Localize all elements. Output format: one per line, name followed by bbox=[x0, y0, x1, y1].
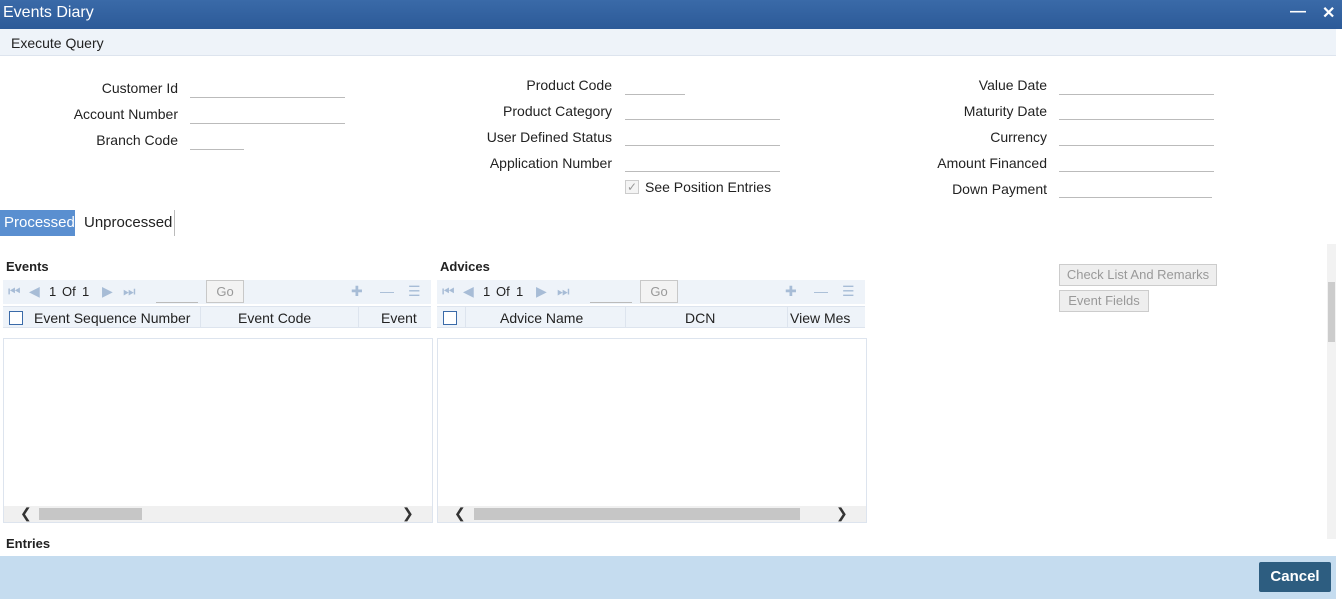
events-of-label: Of bbox=[62, 284, 76, 299]
last-page-icon[interactable]: ⏭ bbox=[557, 283, 570, 300]
scroll-thumb[interactable] bbox=[39, 508, 142, 520]
product-category-field[interactable] bbox=[625, 119, 780, 120]
account-number-field[interactable] bbox=[190, 123, 345, 124]
event-fields-button[interactable]: Event Fields bbox=[1059, 290, 1149, 312]
minimize-icon[interactable]: — bbox=[1290, 3, 1306, 21]
scroll-left-icon[interactable]: ❮ bbox=[454, 505, 466, 522]
advices-horizontal-scrollbar[interactable]: ❮ ❯ bbox=[438, 505, 866, 522]
advices-of-label: Of bbox=[496, 284, 510, 299]
advices-page-input[interactable] bbox=[590, 283, 632, 303]
maturity-date-label: Maturity Date bbox=[963, 103, 1047, 119]
advices-grid-header: Advice Name DCN View Mes bbox=[437, 306, 865, 328]
events-go-button[interactable]: Go bbox=[206, 280, 244, 303]
down-payment-field[interactable] bbox=[1059, 197, 1212, 198]
scroll-right-icon[interactable]: ❯ bbox=[836, 505, 848, 522]
delete-row-icon[interactable]: — bbox=[380, 283, 394, 299]
value-date-field[interactable] bbox=[1059, 94, 1214, 95]
last-page-icon[interactable]: ⏭ bbox=[123, 283, 136, 300]
user-defined-status-label: User Defined Status bbox=[486, 129, 612, 145]
down-payment-label: Down Payment bbox=[952, 181, 1047, 197]
cancel-button[interactable]: Cancel bbox=[1259, 562, 1331, 592]
add-row-icon[interactable]: ✚ bbox=[785, 283, 797, 300]
advices-total-pages: 1 bbox=[516, 284, 524, 299]
events-total-pages: 1 bbox=[82, 284, 90, 299]
customer-id-label: Customer Id bbox=[101, 80, 178, 96]
column-dcn[interactable]: DCN bbox=[685, 310, 715, 326]
see-position-entries-checkbox[interactable]: ✓ bbox=[625, 180, 639, 194]
toolbar: Execute Query bbox=[0, 29, 1336, 56]
column-event-code[interactable]: Event Code bbox=[238, 310, 311, 326]
product-code-label: Product Code bbox=[526, 77, 612, 93]
user-defined-status-field[interactable] bbox=[625, 145, 780, 146]
column-divider bbox=[358, 307, 359, 327]
scroll-right-icon[interactable]: ❯ bbox=[402, 505, 414, 522]
amount-financed-field[interactable] bbox=[1059, 171, 1214, 172]
events-current-page: 1 bbox=[49, 284, 57, 299]
first-page-icon[interactable]: ⏮ bbox=[442, 283, 455, 300]
column-event[interactable]: Event bbox=[381, 310, 417, 326]
execute-query-button[interactable]: Execute Query bbox=[11, 35, 104, 51]
scroll-thumb[interactable] bbox=[1328, 282, 1335, 342]
currency-label: Currency bbox=[990, 129, 1047, 145]
footer-bar bbox=[0, 556, 1336, 599]
branch-code-label: Branch Code bbox=[96, 132, 178, 148]
scroll-thumb[interactable] bbox=[474, 508, 800, 520]
add-row-icon[interactable]: ✚ bbox=[351, 283, 363, 300]
events-grid-body bbox=[3, 338, 433, 523]
product-code-field[interactable] bbox=[625, 94, 685, 95]
application-number-field[interactable] bbox=[625, 171, 780, 172]
amount-financed-label: Amount Financed bbox=[937, 155, 1047, 171]
advices-title: Advices bbox=[440, 259, 490, 274]
advices-go-button[interactable]: Go bbox=[640, 280, 678, 303]
currency-field[interactable] bbox=[1059, 145, 1214, 146]
events-page-input[interactable] bbox=[156, 283, 198, 303]
close-icon[interactable]: ✕ bbox=[1322, 3, 1335, 23]
advices-grid-body bbox=[437, 338, 867, 523]
single-view-icon[interactable]: ☰ bbox=[842, 283, 855, 300]
column-view-message[interactable]: View Mes bbox=[790, 310, 850, 326]
previous-page-icon[interactable]: ◀ bbox=[463, 283, 474, 300]
column-event-sequence-number[interactable]: Event Sequence Number bbox=[34, 310, 190, 326]
advices-current-page: 1 bbox=[483, 284, 491, 299]
check-list-and-remarks-button[interactable]: Check List And Remarks bbox=[1059, 264, 1217, 286]
account-number-label: Account Number bbox=[73, 106, 178, 122]
column-divider bbox=[200, 307, 201, 327]
delete-row-icon[interactable]: — bbox=[814, 283, 828, 299]
column-divider bbox=[787, 307, 788, 327]
see-position-entries-label: See Position Entries bbox=[645, 179, 772, 195]
previous-page-icon[interactable]: ◀ bbox=[29, 283, 40, 300]
title-bar: Events Diary — ✕ bbox=[0, 0, 1342, 29]
maturity-date-field[interactable] bbox=[1059, 119, 1214, 120]
customer-id-field[interactable] bbox=[190, 97, 345, 98]
branch-code-field[interactable] bbox=[190, 149, 244, 150]
events-pager: ⏮ ◀ 1 Of 1 ▶ ⏭ Go ✚ — ☰ bbox=[3, 280, 431, 304]
column-divider bbox=[465, 307, 466, 327]
advices-select-all-checkbox[interactable] bbox=[443, 311, 457, 325]
events-select-all-checkbox[interactable] bbox=[9, 311, 23, 325]
application-number-label: Application Number bbox=[489, 155, 612, 171]
value-date-label: Value Date bbox=[978, 77, 1047, 93]
first-page-icon[interactable]: ⏮ bbox=[8, 283, 21, 300]
window-title: Events Diary bbox=[3, 4, 94, 21]
single-view-icon[interactable]: ☰ bbox=[408, 283, 421, 300]
events-horizontal-scrollbar[interactable]: ❮ ❯ bbox=[4, 505, 432, 522]
next-page-icon[interactable]: ▶ bbox=[536, 283, 547, 300]
tab-processed[interactable]: Processed bbox=[0, 210, 75, 236]
column-divider bbox=[625, 307, 626, 327]
events-grid-header: Event Sequence Number Event Code Event bbox=[3, 306, 431, 328]
column-advice-name[interactable]: Advice Name bbox=[500, 310, 583, 326]
vertical-scrollbar[interactable] bbox=[1327, 244, 1336, 539]
advices-pager: ⏮ ◀ 1 Of 1 ▶ ⏭ Go ✚ — ☰ bbox=[437, 280, 865, 304]
product-category-label: Product Category bbox=[503, 103, 612, 119]
tab-unprocessed[interactable]: Unprocessed bbox=[80, 210, 175, 236]
entries-title: Entries bbox=[6, 536, 51, 551]
next-page-icon[interactable]: ▶ bbox=[102, 283, 113, 300]
scroll-left-icon[interactable]: ❮ bbox=[20, 505, 32, 522]
events-title: Events bbox=[6, 259, 49, 274]
